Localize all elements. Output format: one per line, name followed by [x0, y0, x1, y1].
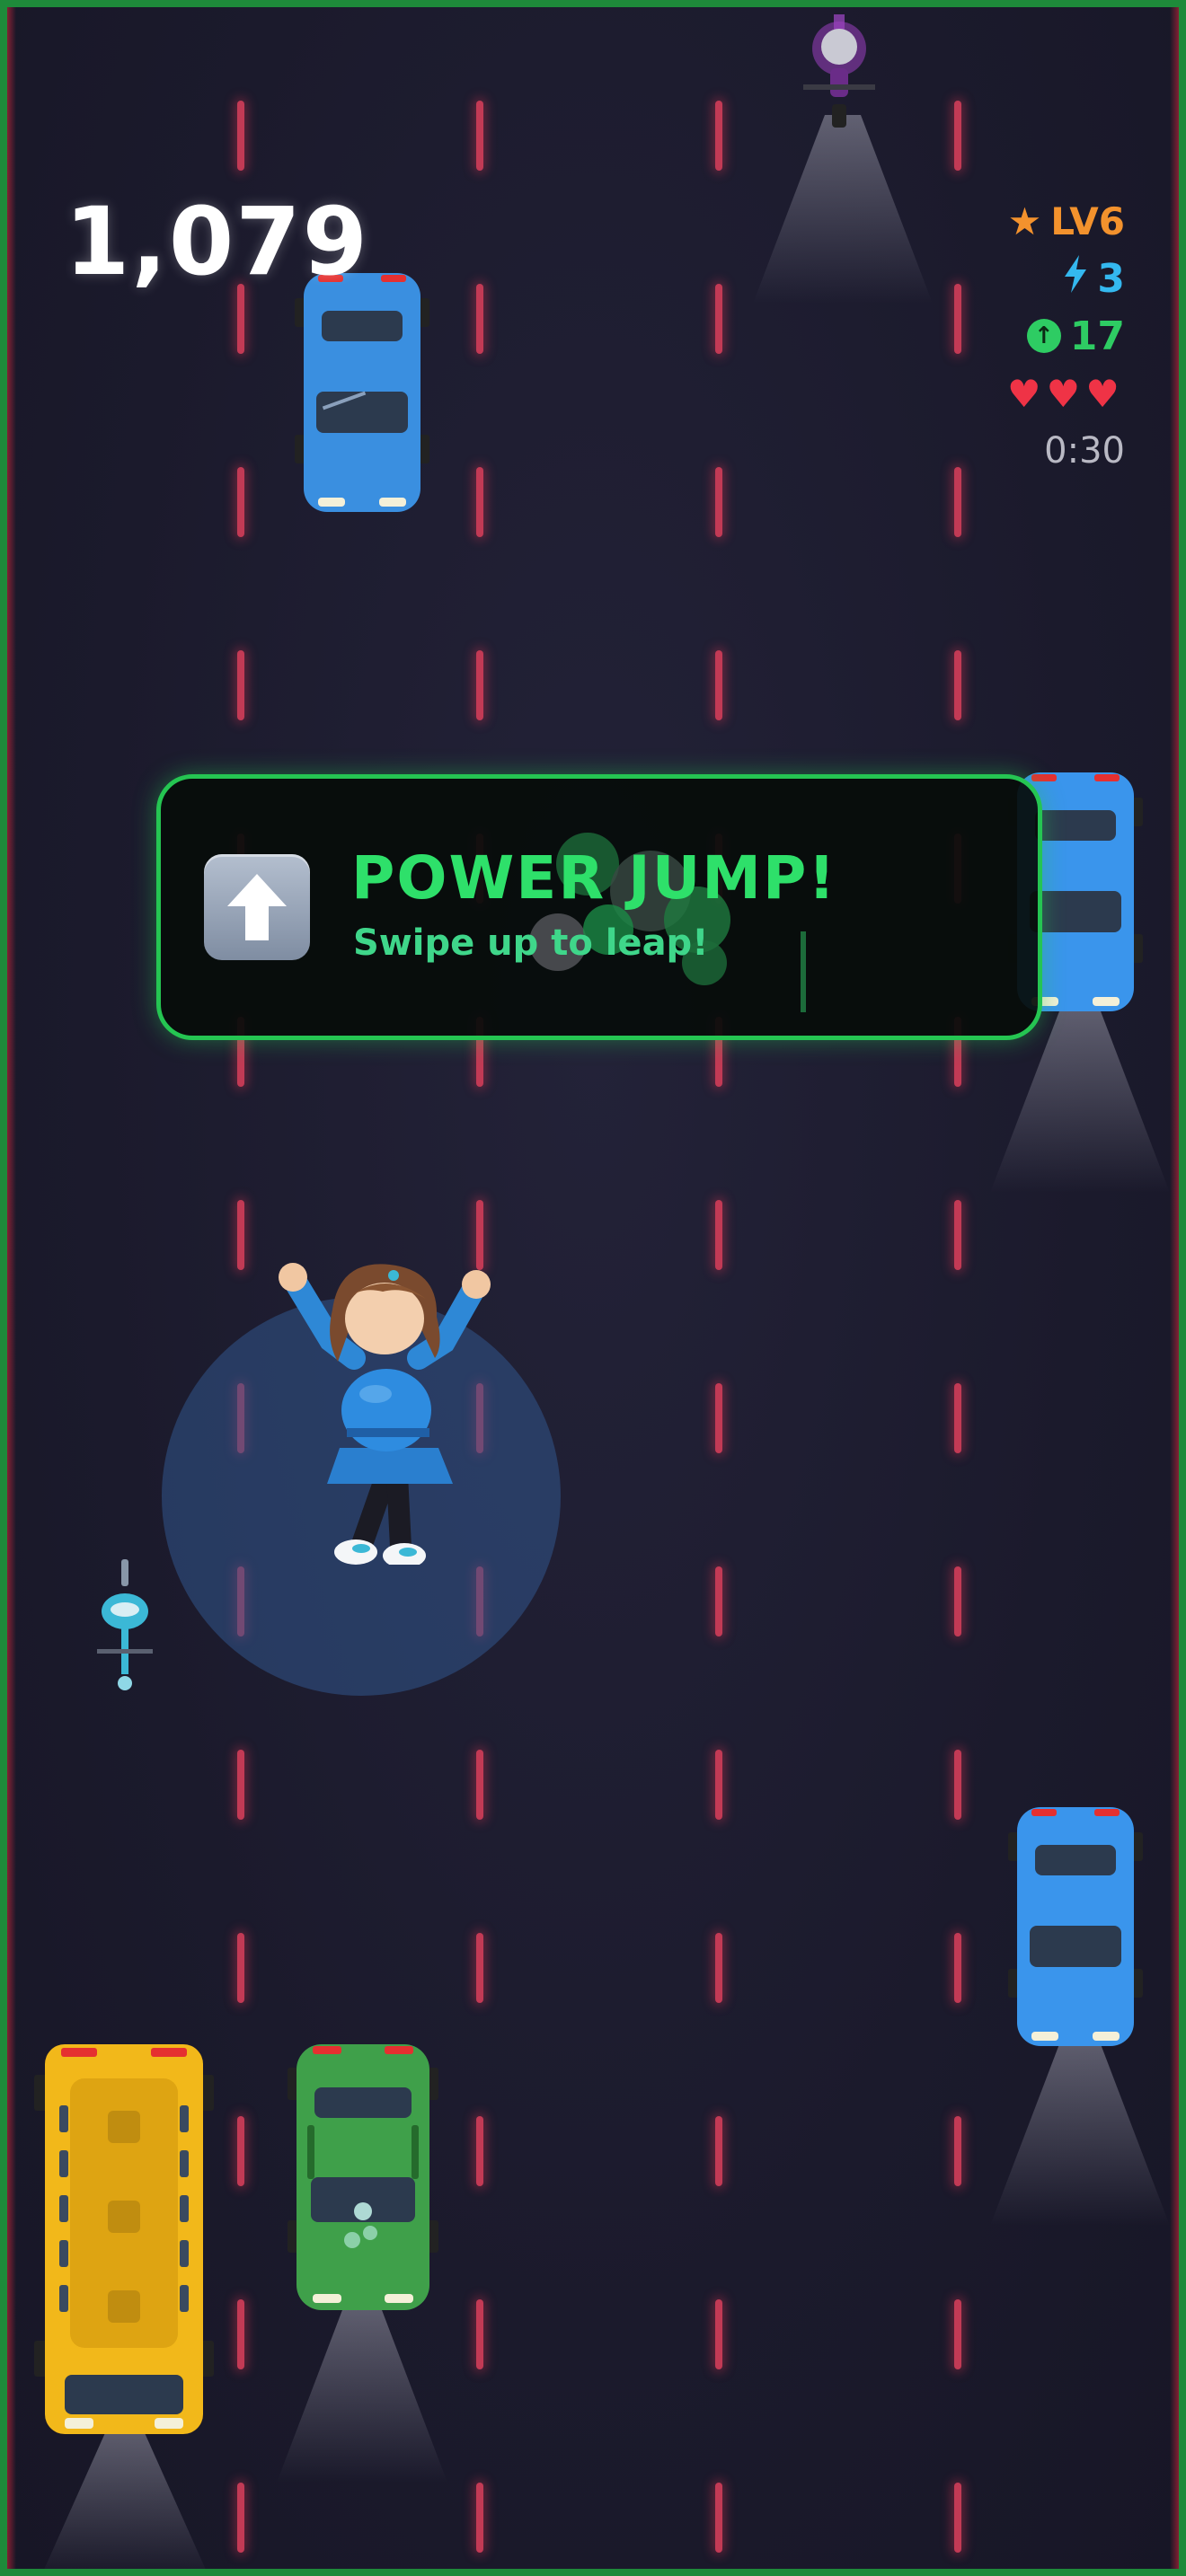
- lane-marker: [476, 101, 483, 171]
- lane-marker: [237, 1933, 244, 2003]
- lives-indicator: ♥♥♥: [891, 365, 1125, 422]
- game-screen[interactable]: 1,079 ★ LV6 3 ↑ 17 ♥♥♥ 0:30 POWER JUMP! …: [0, 0, 1186, 2576]
- lane-marker: [954, 2299, 961, 2369]
- lane-marker: [237, 2116, 244, 2186]
- banner-title: POWER JUMP!: [351, 843, 837, 913]
- lane-marker: [476, 2299, 483, 2369]
- stats-panel: ★ LV6 3 ↑ 17 ♥♥♥ 0:30: [891, 192, 1125, 480]
- motorcycle-obstacle: [794, 14, 884, 131]
- blue-car-obstacle: [295, 273, 429, 516]
- level-value: LV6: [1050, 198, 1125, 243]
- lane-marker: [476, 2483, 483, 2553]
- lane-marker: [237, 650, 244, 720]
- lane-marker: [715, 1383, 722, 1453]
- lightning-icon: [1063, 254, 1088, 303]
- lane-marker: [715, 1933, 722, 2003]
- lane-marker: [954, 650, 961, 720]
- lane-marker: [476, 467, 483, 537]
- yellow-bus-obstacle: [34, 2042, 214, 2438]
- lane-marker: [237, 101, 244, 171]
- lane-marker: [954, 1750, 961, 1820]
- lane-marker: [476, 1750, 483, 1820]
- banner-lane-glow: [801, 931, 806, 1012]
- banner-subtitle: Swipe up to leap!: [353, 922, 709, 964]
- lane-marker: [715, 467, 722, 537]
- headlight-beam: [277, 2303, 447, 2483]
- lane-marker: [715, 2299, 722, 2369]
- lane-marker: [954, 101, 961, 171]
- lane-marker: [954, 1383, 961, 1453]
- lane-marker: [715, 650, 722, 720]
- score-counter: 1,079: [65, 187, 369, 296]
- timer-value: 0:30: [1044, 430, 1125, 472]
- lane-marker: [237, 1200, 244, 1270]
- heart-icon: ♥♥♥: [1007, 371, 1125, 416]
- headlight-beam: [990, 2037, 1170, 2226]
- lane-marker: [954, 1200, 961, 1270]
- lane-marker: [954, 2483, 961, 2553]
- lane-marker: [954, 1566, 961, 1636]
- up-arrow-icon: [204, 854, 310, 960]
- lane-marker: [476, 650, 483, 720]
- lane-marker: [715, 2483, 722, 2553]
- lane-marker: [715, 1200, 722, 1270]
- lane-marker: [237, 2483, 244, 2553]
- left-road-edge-glow: [7, 7, 16, 2569]
- right-road-edge-glow: [1170, 7, 1179, 2569]
- lane-marker: [715, 1750, 722, 1820]
- energy-indicator: 3: [891, 250, 1125, 307]
- lane-marker: [237, 467, 244, 537]
- headlight-beam: [40, 2427, 210, 2569]
- blue-car-obstacle: [1008, 1807, 1143, 2050]
- lane-marker: [715, 1566, 722, 1636]
- lane-marker: [715, 284, 722, 354]
- lane-marker: [237, 1750, 244, 1820]
- lane-marker: [715, 2116, 722, 2186]
- lane-marker: [476, 1933, 483, 2003]
- power-jump-banner: POWER JUMP! Swipe up to leap!: [156, 774, 1042, 1040]
- boost-indicator: ↑ 17: [891, 307, 1125, 365]
- lane-marker: [715, 101, 722, 171]
- scooter-obstacle: [93, 1559, 156, 1694]
- star-icon: ★: [1007, 198, 1042, 243]
- lane-marker: [237, 2299, 244, 2369]
- green-car-obstacle: [288, 2044, 438, 2314]
- level-indicator: ★ LV6: [891, 192, 1125, 250]
- lane-marker: [954, 1933, 961, 2003]
- boost-value: 17: [1069, 313, 1125, 359]
- energy-value: 3: [1097, 255, 1125, 302]
- lane-marker: [476, 284, 483, 354]
- up-arrow-circle-icon: ↑: [1026, 319, 1061, 353]
- timer: 0:30: [891, 422, 1125, 480]
- player-character[interactable]: [268, 1259, 501, 1565]
- lane-marker: [954, 2116, 961, 2186]
- lane-marker: [476, 2116, 483, 2186]
